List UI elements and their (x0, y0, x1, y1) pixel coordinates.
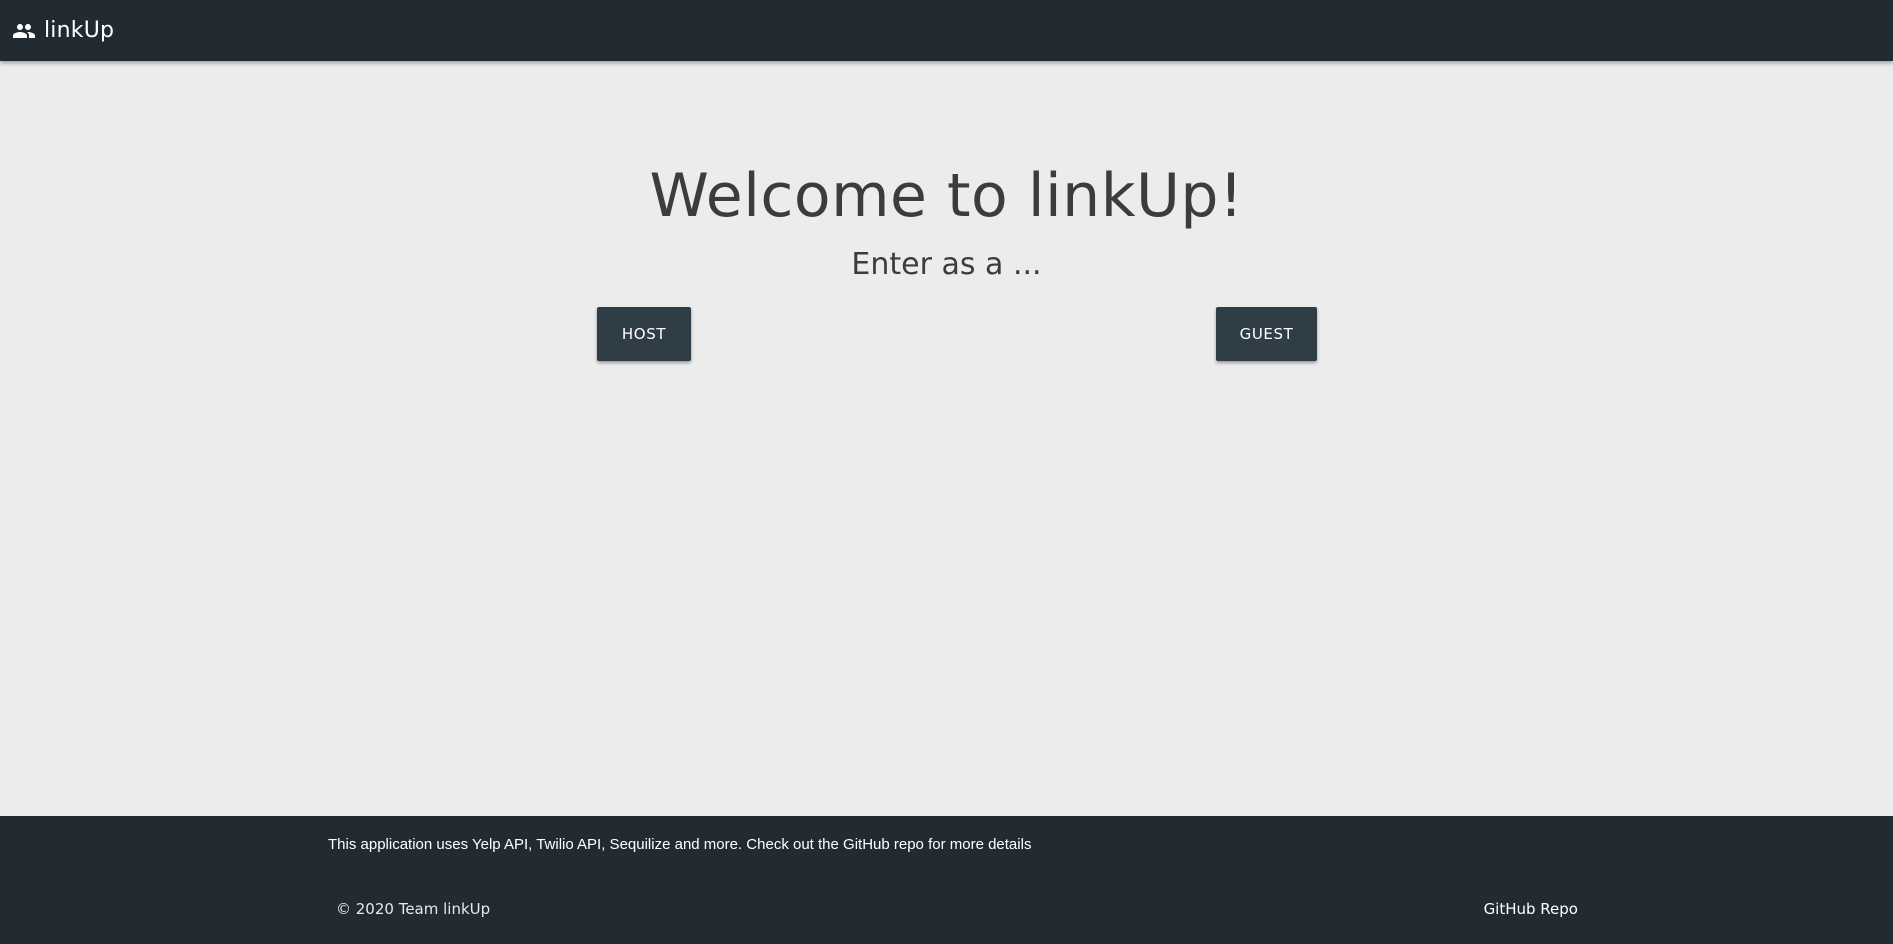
brand-name: linkUp (44, 18, 115, 43)
main-content: Welcome to linkUp! Enter as a ... HOST G… (0, 61, 1893, 816)
host-button[interactable]: HOST (597, 307, 691, 361)
page-subtitle: Enter as a ... (851, 247, 1042, 282)
people-icon (12, 19, 36, 43)
guest-button[interactable]: GUEST (1216, 307, 1317, 361)
footer-copyright: © 2020 Team linkUp (336, 900, 491, 918)
page-title: Welcome to linkUp! (649, 161, 1244, 231)
github-repo-link[interactable]: GitHub Repo (1484, 900, 1578, 918)
footer-description: This application uses Yelp API, Twilio A… (328, 836, 1032, 853)
page-footer: This application uses Yelp API, Twilio A… (0, 816, 1893, 944)
brand-logo-link[interactable]: linkUp (12, 18, 114, 43)
top-navbar: linkUp (0, 0, 1893, 61)
